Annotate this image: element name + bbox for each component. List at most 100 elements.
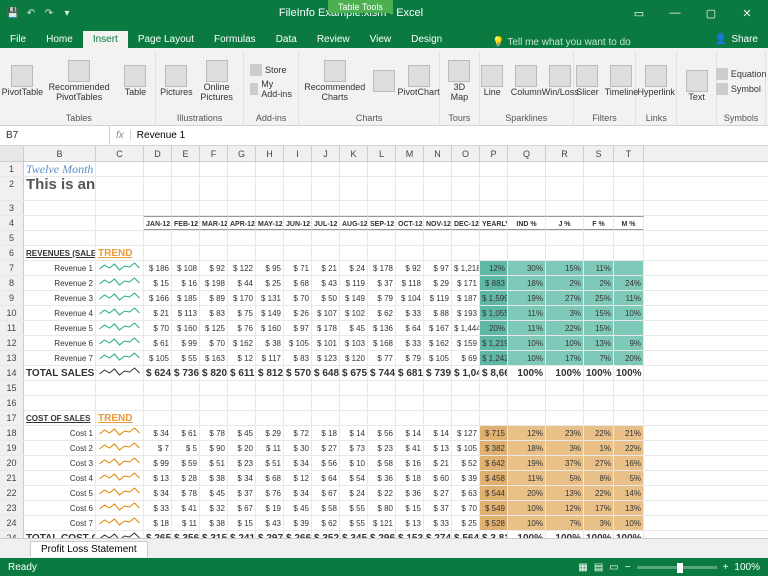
cell[interactable] (96, 306, 144, 320)
cell[interactable]: 15% (584, 321, 614, 335)
cell[interactable] (614, 321, 644, 335)
cell[interactable]: $ 458 (480, 471, 508, 485)
cell[interactable]: $ 11 (256, 441, 284, 455)
cell[interactable]: $ 62 (368, 306, 396, 320)
cell[interactable] (256, 396, 284, 410)
cell[interactable] (614, 231, 644, 245)
cell[interactable]: $ 1,599 (480, 291, 508, 305)
row-header[interactable]: 4 (0, 216, 24, 230)
cell[interactable]: $ 37 (228, 486, 256, 500)
cell[interactable] (584, 201, 614, 215)
col-header[interactable]: C (96, 146, 144, 161)
cell[interactable] (24, 231, 96, 245)
redo-icon[interactable]: ↷ (42, 6, 56, 20)
cell[interactable] (144, 381, 172, 395)
cell[interactable]: $ 52 (452, 456, 480, 470)
cell[interactable]: JAN-12 (144, 216, 172, 230)
cell[interactable]: 15% (584, 306, 614, 320)
cell[interactable]: $ 75 (228, 306, 256, 320)
cell[interactable] (368, 381, 396, 395)
cell[interactable]: $ 356 (172, 531, 200, 538)
cell[interactable]: $ 76 (256, 486, 284, 500)
cell[interactable]: 10% (546, 336, 584, 350)
cell[interactable]: $ 67 (228, 501, 256, 515)
cell[interactable]: 100% (508, 366, 546, 380)
cell[interactable]: $ 1,043 (452, 366, 480, 380)
col-header[interactable]: P (480, 146, 508, 161)
cell[interactable]: $ 1,218 (452, 261, 480, 275)
cell[interactable]: 7% (584, 351, 614, 365)
cell[interactable]: $ 97 (284, 321, 312, 335)
cell[interactable]: 19% (508, 456, 546, 470)
cell[interactable]: 10% (614, 306, 644, 320)
cell[interactable]: Cost 4 (24, 471, 96, 485)
cell[interactable]: $ 3,818 (480, 531, 508, 538)
cell[interactable]: 10% (614, 516, 644, 530)
cell[interactable] (312, 177, 340, 200)
cell[interactable]: 24% (614, 276, 644, 290)
cell[interactable] (480, 177, 508, 200)
cell[interactable] (284, 201, 312, 215)
cell[interactable]: $ 99 (144, 456, 172, 470)
cell[interactable]: 20% (614, 351, 644, 365)
ribbon-text[interactable]: Text (681, 68, 713, 105)
cell[interactable]: $ 883 (480, 276, 508, 290)
cell[interactable]: $ 23 (228, 456, 256, 470)
view-normal-icon[interactable]: ▦ (578, 562, 587, 573)
cell[interactable] (546, 411, 584, 425)
cell[interactable]: $ 67 (312, 486, 340, 500)
cell[interactable]: $ 41 (396, 441, 424, 455)
cell[interactable]: $ 15 (228, 516, 256, 530)
tab-insert[interactable]: Insert (83, 31, 128, 48)
cell[interactable]: $ 55 (340, 516, 368, 530)
cell[interactable]: 15% (546, 261, 584, 275)
cell[interactable]: TREND (96, 411, 144, 425)
cell[interactable] (96, 231, 144, 245)
tab-formulas[interactable]: Formulas (204, 31, 266, 48)
cell[interactable] (452, 411, 480, 425)
cell[interactable] (396, 396, 424, 410)
row-header[interactable]: 3 (0, 201, 24, 215)
row-header[interactable]: 21 (0, 471, 24, 485)
cell[interactable]: 10% (508, 516, 546, 530)
row-header[interactable]: 17 (0, 411, 24, 425)
cell[interactable] (144, 231, 172, 245)
col-header[interactable]: R (546, 146, 584, 161)
cell[interactable] (424, 411, 452, 425)
row-header[interactable]: 20 (0, 456, 24, 470)
cell[interactable]: 13% (614, 501, 644, 515)
cell[interactable]: $ 27 (312, 441, 340, 455)
cell[interactable]: $ 12 (284, 471, 312, 485)
cell[interactable] (172, 411, 200, 425)
cell[interactable] (256, 231, 284, 245)
cell[interactable]: $ 34 (284, 456, 312, 470)
cell[interactable] (396, 201, 424, 215)
col-header[interactable]: H (256, 146, 284, 161)
cell[interactable] (452, 231, 480, 245)
cell[interactable]: MAR-12 (200, 216, 228, 230)
cell[interactable]: $ 18 (396, 471, 424, 485)
cell[interactable]: JUL-12 (312, 216, 340, 230)
cell[interactable] (24, 396, 96, 410)
cell[interactable]: $ 13 (424, 441, 452, 455)
ribbon-hyperlink[interactable]: Hyperlink (640, 63, 672, 100)
cell[interactable] (24, 216, 96, 230)
col-header[interactable]: I (284, 146, 312, 161)
cell[interactable] (256, 381, 284, 395)
cell[interactable] (396, 411, 424, 425)
cell[interactable]: 10% (508, 351, 546, 365)
cell[interactable] (452, 396, 480, 410)
col-header[interactable]: E (172, 146, 200, 161)
cell[interactable]: $ 266 (284, 531, 312, 538)
cell[interactable] (96, 456, 144, 470)
cell[interactable]: $ 1,242 (480, 351, 508, 365)
cell[interactable]: $ 45 (200, 486, 228, 500)
cell[interactable]: $ 123 (312, 351, 340, 365)
cell[interactable]: $ 29 (424, 276, 452, 290)
cell[interactable]: $ 38 (200, 516, 228, 530)
cell[interactable] (340, 411, 368, 425)
cell[interactable]: $ 170 (228, 291, 256, 305)
cell[interactable] (96, 162, 144, 176)
ribbon-pivotchart[interactable]: PivotChart (402, 63, 435, 100)
cell[interactable] (340, 246, 368, 260)
